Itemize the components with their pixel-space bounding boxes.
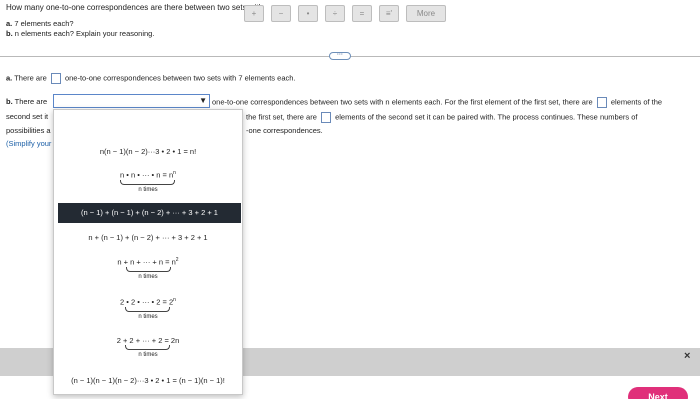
answer-b-prefix: There are — [14, 97, 48, 106]
minus-button[interactable]: − — [271, 5, 291, 22]
answer-b-input-2[interactable] — [320, 112, 331, 123]
answer-b-select[interactable]: ▼ — [53, 94, 210, 108]
option-1-brace: n • n • ··· • n = nn n times — [120, 170, 176, 193]
part-b-text: n elements each? Explain your reasoning. — [14, 29, 155, 38]
option-5-sup: n — [173, 297, 176, 303]
dropdown-option[interactable]: n + (n − 1) + (n − 2) + ··· + 3 + 2 + 1 — [54, 233, 242, 242]
option-5-brace: 2 • 2 • ··· • 2 = 2n n times — [120, 297, 176, 320]
answer-b-line1-rest: one-to-one correspondences between two s… — [212, 97, 662, 108]
answer-b-line3-left: possibilities a — [6, 126, 51, 135]
exponent-button[interactable]: ≡' — [379, 5, 399, 22]
answer-b-line2-mid: the first set, there are — [246, 112, 317, 122]
answer-a-suffix: one-to-one correspondences between two s… — [64, 73, 296, 83]
part-a-text: 7 elements each? — [14, 19, 74, 28]
option-4-under: n times — [138, 273, 158, 280]
question-part-a: a. 7 elements each? — [6, 19, 74, 28]
answer-b-line2-left: second set it — [6, 112, 49, 121]
option-1-text: n • n • ··· • n = n — [120, 170, 174, 180]
question-part-b: b. n elements each? Explain your reasoni… — [6, 29, 154, 38]
option-4-sup: 2 — [175, 257, 179, 263]
option-4-text: n + n + ··· + n = n — [117, 257, 176, 267]
brace-icon — [125, 266, 171, 272]
option-6-brace: 2 + 2 + ··· + 2 = 2n n times — [117, 336, 180, 358]
dropdown-option[interactable]: (n − 1)(n − 1)(n − 2)···3 • 2 • 1 = (n −… — [54, 376, 242, 385]
option-1-sup: n — [173, 170, 176, 176]
brace-icon — [125, 306, 171, 312]
answer-b-line2-right: the first set, there are elements of the… — [246, 112, 637, 123]
option-5-text: 2 • 2 • ··· • 2 = 2 — [120, 297, 174, 307]
dropdown-arrow-icon[interactable]: ▼ — [199, 96, 207, 105]
answer-b-label: b. — [6, 97, 13, 106]
dropdown-option[interactable]: 2 • 2 • ··· • 2 = 2n n times — [54, 297, 242, 320]
answer-b-after-select: one-to-one correspondences between two s… — [212, 97, 593, 107]
dropdown-option-selected[interactable]: (n − 1) + (n − 1) + (n − 2) + ··· + 3 + … — [58, 203, 241, 223]
dot-button[interactable]: • — [298, 5, 318, 22]
divide-button[interactable]: ÷ — [325, 5, 345, 22]
answer-a-prefix: There are — [14, 73, 47, 83]
answer-b-line3-right: -one correspondences. — [246, 126, 323, 135]
answer-a-input[interactable] — [50, 73, 61, 84]
option-2-text: (n − 1) + (n − 1) + (n − 2) + ··· + 3 + … — [81, 208, 218, 217]
expand-handle[interactable]: ··· — [329, 52, 351, 60]
part-b-label: b. — [6, 29, 13, 38]
answer-a-label: a. — [6, 73, 13, 83]
more-button[interactable]: More — [406, 5, 446, 22]
answer-b-prefix-line: b. There are — [6, 97, 47, 106]
brace-icon — [125, 345, 171, 350]
option-6-under: n times — [138, 352, 158, 358]
question-title: How many one-to-one correspondences are … — [6, 3, 264, 12]
option-4-brace: n + n + ··· + n = n2 n times — [117, 257, 178, 280]
dropdown-option[interactable]: n • n • ··· • n = nn n times — [54, 170, 242, 193]
equals-button[interactable]: = — [352, 5, 372, 22]
dropdown-option[interactable]: n + n + ··· + n = n2 n times — [54, 257, 242, 280]
option-3-text: n + (n − 1) + (n − 2) + ··· + 3 + 2 + 1 — [88, 233, 208, 242]
dropdown-option[interactable]: 2 + 2 + ··· + 2 = 2n n times — [54, 336, 242, 358]
part-a-label: a. — [6, 19, 13, 28]
option-1-under: n times — [138, 186, 158, 193]
answer-b-line2-text: elements of the second set it can be pai… — [335, 112, 638, 122]
close-icon[interactable]: × — [684, 350, 690, 362]
dropdown-option[interactable]: n(n − 1)(n − 2)···3 • 2 • 1 = n! — [54, 147, 242, 156]
next-button[interactable]: Next — [628, 387, 688, 399]
option-5-under: n times — [138, 313, 158, 320]
answer-a-line: a. There are one-to-one correspondences … — [6, 73, 296, 84]
option-0-text: n(n − 1)(n − 2)···3 • 2 • 1 = n! — [99, 147, 197, 156]
plus-button[interactable]: + — [244, 5, 264, 22]
option-6-text: 2 + 2 + ··· + 2 = 2n — [116, 336, 180, 345]
answer-b-after-box1: elements of the — [610, 97, 663, 107]
answer-b-dropdown-list: n(n − 1)(n − 2)···3 • 2 • 1 = n! n • n •… — [53, 109, 243, 395]
brace-icon — [120, 179, 176, 185]
answer-b-input-1[interactable] — [596, 97, 607, 108]
simplify-hint: (Simplify your — [6, 139, 52, 148]
option-7-text: (n − 1)(n − 1)(n − 2)···3 • 2 • 1 = (n −… — [71, 376, 225, 385]
